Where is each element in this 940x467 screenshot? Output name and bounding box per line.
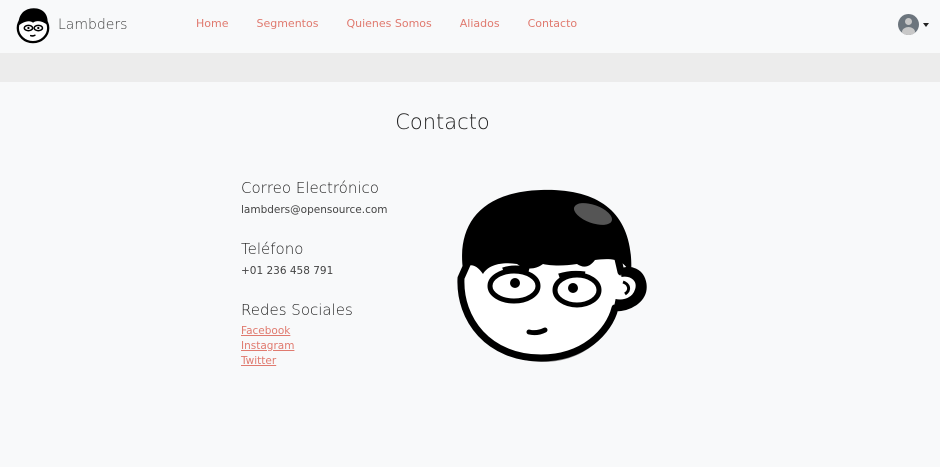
phone-value: +01 236 458 791 xyxy=(241,265,334,277)
contact-info: Correo Electrónico lambders@opensource.c… xyxy=(241,178,441,391)
email-value: lambders@opensource.com xyxy=(241,204,388,216)
header-band xyxy=(0,53,940,82)
nav-item-quienes-somos[interactable]: Quienes Somos xyxy=(346,17,431,30)
caret-down-icon xyxy=(923,22,929,27)
brand-logo-icon xyxy=(16,8,50,44)
social-heading: Redes Sociales xyxy=(241,301,353,319)
twitter-link[interactable]: Twitter xyxy=(241,354,441,369)
phone-heading: Teléfono xyxy=(241,240,304,258)
facebook-link[interactable]: Facebook xyxy=(241,324,441,339)
page-title: Contacto xyxy=(395,110,490,134)
nav-item-contacto[interactable]: Contacto xyxy=(528,17,578,30)
nav-item-segmentos[interactable]: Segmentos xyxy=(256,17,318,30)
user-menu-toggle[interactable] xyxy=(898,14,929,35)
brand[interactable]: Lambders xyxy=(14,6,127,44)
social-links: Facebook Instagram Twitter xyxy=(241,324,441,369)
nav-links: Home Segmentos Quienes Somos Aliados Con… xyxy=(196,17,605,30)
email-section: Correo Electrónico lambders@opensource.c… xyxy=(241,178,441,217)
user-avatar-icon xyxy=(898,14,919,35)
brand-name: Lambders xyxy=(58,17,128,33)
navbar: Lambders Home Segmentos Quienes Somos Al… xyxy=(0,0,940,53)
nav-item-aliados[interactable]: Aliados xyxy=(460,17,500,30)
instagram-link[interactable]: Instagram xyxy=(241,339,441,354)
email-heading: Correo Electrónico xyxy=(241,179,379,197)
mascot-illustration xyxy=(457,189,647,362)
social-section: Redes Sociales Facebook Instagram Twitte… xyxy=(241,300,441,369)
phone-section: Teléfono +01 236 458 791 xyxy=(241,239,441,278)
nav-item-home[interactable]: Home xyxy=(196,17,228,30)
